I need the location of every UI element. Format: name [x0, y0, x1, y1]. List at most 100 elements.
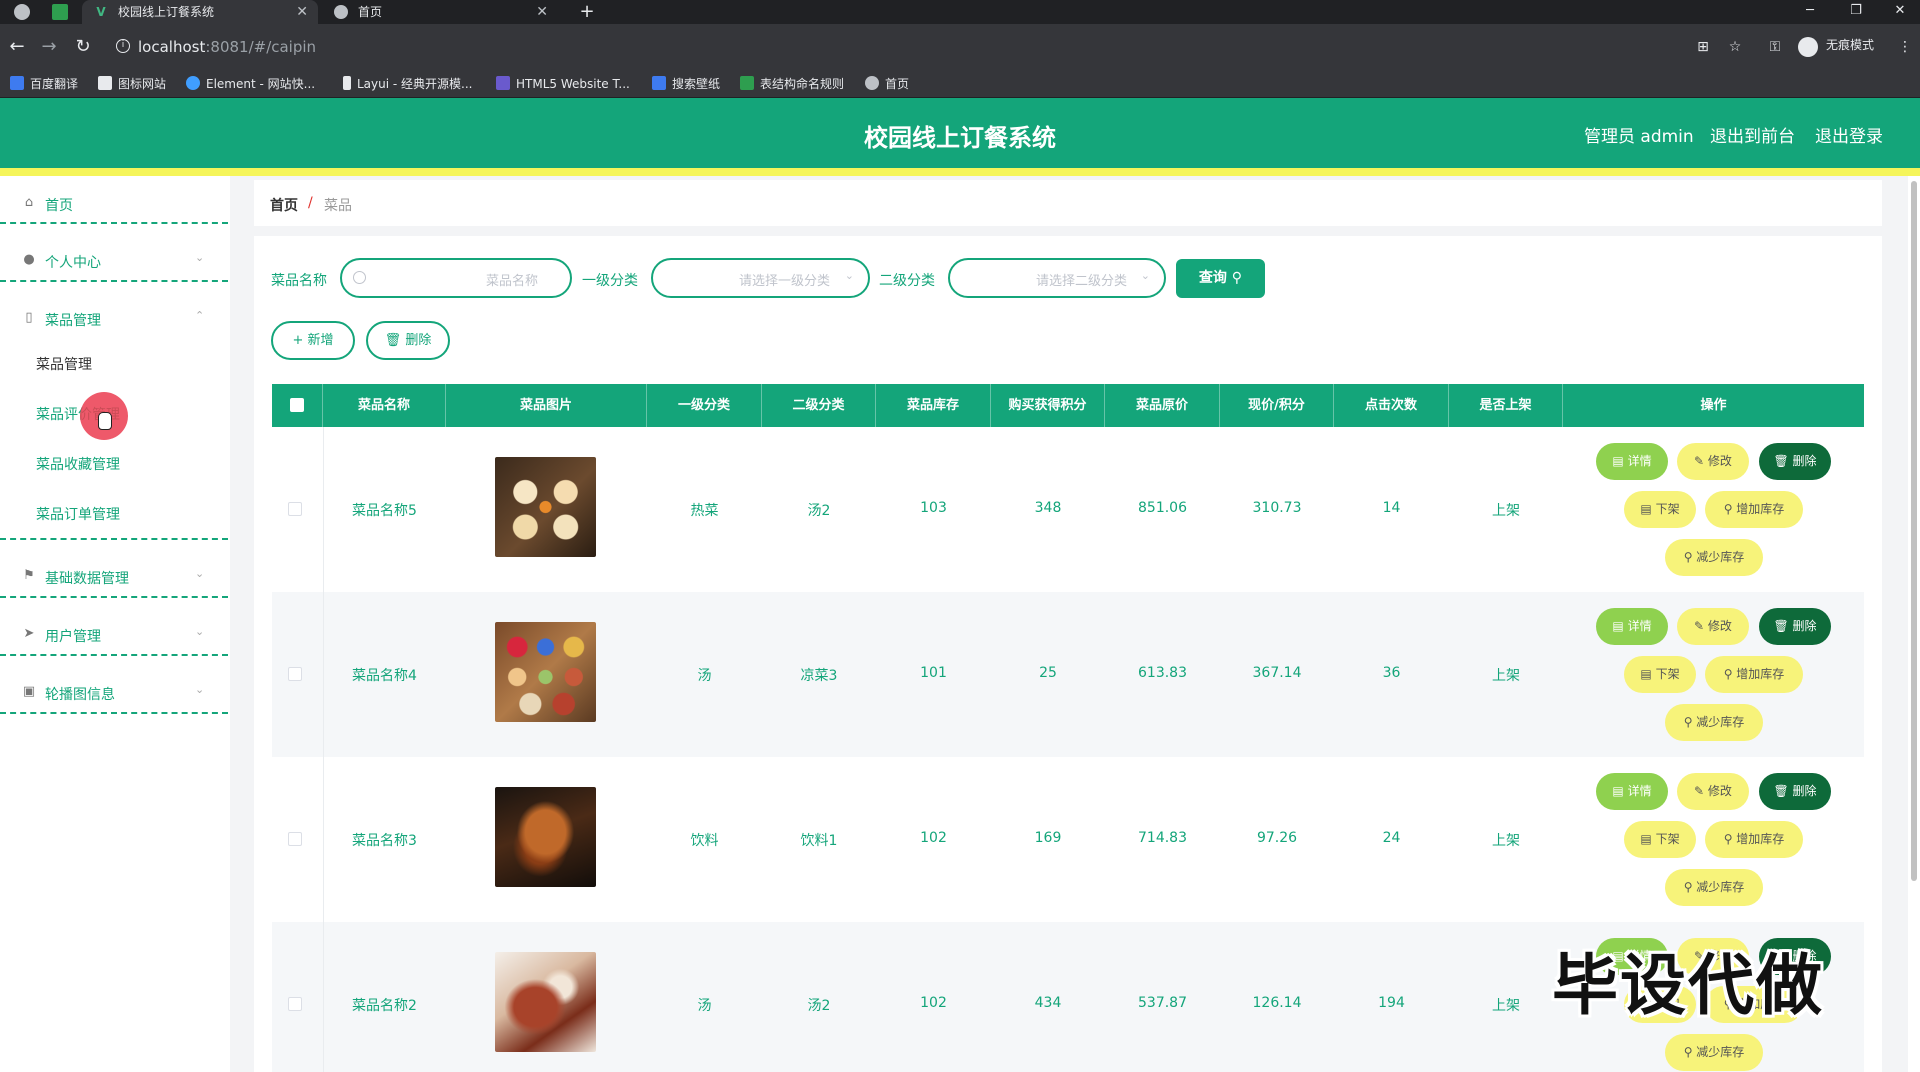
cell-status: 上架	[1492, 833, 1520, 849]
unlist-button[interactable]: ▤ 下架	[1624, 656, 1696, 693]
logout-link[interactable]: 退出登录	[1815, 122, 1883, 147]
sidebar-item-dish-management[interactable]: ▯ 菜品管理 ⌃	[0, 291, 230, 349]
submenu-dish-orders[interactable]: 菜品订单管理	[36, 504, 120, 524]
edit-button[interactable]: ✎ 修改	[1677, 608, 1749, 645]
cell-cat1: 汤	[697, 668, 712, 684]
incognito-icon[interactable]	[1798, 37, 1818, 57]
app-header: 校园线上订餐系统 管理员 admin 退出到前台 退出登录	[0, 98, 1920, 168]
exit-to-front-link[interactable]: 退出到前台	[1710, 122, 1795, 147]
bookmark-item[interactable]: Element - 网站快...	[186, 70, 315, 98]
incognito-label[interactable]: 无痕模式	[1826, 36, 1874, 53]
cell-clicks: 24	[1382, 830, 1401, 846]
row-checkbox[interactable]	[288, 997, 302, 1011]
close-tab-icon[interactable]: ✕	[536, 0, 548, 24]
divider	[0, 222, 228, 224]
reload-icon[interactable]: ↻	[72, 36, 94, 58]
submenu-dish-management[interactable]: 菜品管理	[36, 354, 92, 374]
cell-current-price: 126.14	[1252, 995, 1302, 1011]
url-field[interactable]: i localhost:8081/#/caipin	[108, 32, 1708, 62]
unlist-button[interactable]: ▤ 下架	[1624, 491, 1696, 528]
reduce-stock-button[interactable]: ⚲ 减少库存	[1665, 539, 1763, 576]
detail-button[interactable]: ▤ 详情	[1596, 443, 1668, 480]
close-tab-icon[interactable]: ✕	[296, 0, 308, 24]
bookmark-item[interactable]: HTML5 Website T...	[496, 70, 630, 98]
trash-icon: ▣	[22, 684, 36, 699]
add-button[interactable]: + 新增	[271, 321, 355, 360]
sidebar-item-base-data[interactable]: ⚑ 基础数据管理 ⌄	[0, 549, 230, 607]
chevron-down-icon: ⌄	[195, 683, 205, 696]
cell-current-price: 310.73	[1252, 500, 1302, 516]
sidebar-item-profile[interactable]: ● 个人中心 ⌄	[0, 233, 230, 291]
scrollbar-thumb[interactable]	[1911, 181, 1917, 881]
detail-button[interactable]: ▤ 详情	[1596, 773, 1668, 810]
batch-delete-button[interactable]: 🗑 删除	[366, 321, 450, 360]
reduce-stock-button[interactable]: ⚲ 减少库存	[1665, 869, 1763, 906]
add-stock-button[interactable]: ⚲ 增加库存	[1705, 821, 1803, 858]
bookmark-item[interactable]: Layui - 经典开源模...	[343, 70, 472, 98]
detail-button[interactable]: ▤ 详情	[1596, 608, 1668, 645]
pinned-tab-icon[interactable]	[52, 4, 68, 20]
key-icon[interactable]: ⚿	[1765, 37, 1785, 57]
browser-profile-icon[interactable]	[14, 4, 30, 20]
send-icon: ➤	[23, 626, 35, 641]
add-stock-button[interactable]: ⚲ 增加库存	[1705, 491, 1803, 528]
query-button[interactable]: 查询 ⚲	[1176, 259, 1265, 298]
page-scrollbar[interactable]	[1908, 176, 1920, 1072]
bookmark-item[interactable]: 搜索壁纸	[652, 70, 720, 98]
bookmark-item[interactable]: 图标网站	[98, 70, 166, 98]
row-checkbox[interactable]	[288, 667, 302, 681]
bookmark-item[interactable]: 百度翻译	[10, 70, 78, 98]
delete-button[interactable]: 🗑 删除	[1759, 608, 1831, 645]
restore-button[interactable]: ❐	[1836, 0, 1876, 24]
minimize-button[interactable]: ─	[1790, 0, 1830, 24]
bookmark-item[interactable]: 表结构命名规则	[740, 70, 844, 98]
breadcrumb-home[interactable]: 首页	[270, 195, 298, 215]
sidebar-item-home[interactable]: ⌂ 首页	[0, 176, 230, 234]
col-header-price: 菜品原价	[1105, 384, 1220, 427]
row-checkbox[interactable]	[288, 502, 302, 516]
globe-icon	[865, 76, 879, 90]
close-window-button[interactable]: ✕	[1880, 0, 1920, 24]
reduce-stock-button[interactable]: ⚲ 减少库存	[1665, 1034, 1763, 1071]
chevron-down-icon: ⌄	[195, 625, 205, 638]
tab-home[interactable]: 首页 ✕	[322, 0, 558, 24]
tab-active[interactable]: V 校园线上订餐系统 ✕	[82, 0, 318, 24]
new-tab-button[interactable]: +	[576, 0, 598, 24]
menu-dots-icon[interactable]: ⋮	[1895, 37, 1915, 57]
category1-select[interactable]: 请选择一级分类 ⌄	[651, 258, 870, 298]
category2-select[interactable]: 请选择二级分类 ⌄	[948, 258, 1166, 298]
filter-name-label: 菜品名称	[271, 273, 327, 289]
edit-button[interactable]: ✎ 修改	[1677, 773, 1749, 810]
back-icon[interactable]: ←	[6, 36, 28, 58]
divider	[0, 596, 228, 598]
cell-clicks: 14	[1382, 500, 1401, 516]
cell-price: 851.06	[1138, 500, 1187, 516]
site-info-icon[interactable]: i	[116, 39, 130, 53]
unlist-button[interactable]: ▤ 下架	[1624, 821, 1696, 858]
sidebar-item-carousel[interactable]: ▣ 轮播图信息 ⌄	[0, 665, 230, 723]
edit-button[interactable]: ✎ 修改	[1677, 443, 1749, 480]
phone-icon: ▯	[25, 310, 33, 325]
col-header	[272, 384, 323, 427]
hand-cursor-icon	[98, 412, 112, 430]
cell-cat2: 汤2	[807, 998, 831, 1014]
cell-name: 菜品名称2	[352, 998, 417, 1014]
bookmark-star-icon[interactable]: ☆	[1725, 37, 1745, 57]
reduce-stock-button[interactable]: ⚲ 减少库存	[1665, 704, 1763, 741]
bookmark-item[interactable]: 首页	[865, 70, 909, 98]
cell-current-price: 97.26	[1256, 830, 1298, 846]
submenu-dish-favorites[interactable]: 菜品收藏管理	[36, 454, 120, 474]
cell-stock: 103	[920, 500, 947, 516]
cell-status: 上架	[1492, 998, 1520, 1014]
translate-icon[interactable]: ⊞	[1693, 37, 1713, 57]
add-stock-button[interactable]: ⚲ 增加库存	[1705, 656, 1803, 693]
row-checkbox[interactable]	[288, 832, 302, 846]
delete-button[interactable]: 🗑 删除	[1759, 443, 1831, 480]
translate-icon	[10, 76, 24, 90]
forward-icon[interactable]: →	[38, 36, 60, 58]
globe-icon	[334, 5, 348, 19]
dish-name-input[interactable]: 菜品名称	[340, 258, 572, 298]
cell-cat2: 汤2	[807, 503, 831, 519]
delete-button[interactable]: 🗑 删除	[1759, 773, 1831, 810]
sidebar-item-users[interactable]: ➤ 用户管理 ⌄	[0, 607, 230, 665]
